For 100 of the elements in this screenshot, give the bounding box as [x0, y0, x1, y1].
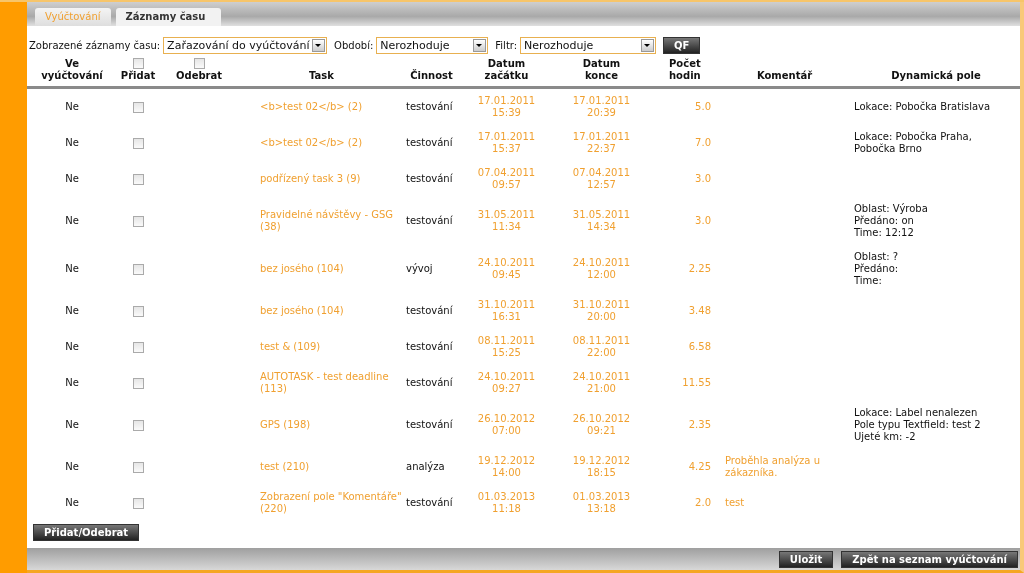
table-cell: 11.55: [682, 377, 711, 388]
dynamic-field: Lokace: Pobočka Bratislava: [854, 101, 1018, 113]
checkbox[interactable]: [132, 461, 144, 473]
table-cell: 07.04.2011 12:57: [572, 167, 631, 191]
table-cell: testování: [406, 341, 453, 352]
tab[interactable]: Vyúčtování: [35, 8, 111, 26]
task-link[interactable]: Pravidelné návštěvy - GSG (38): [260, 209, 402, 233]
dynamic-field: Lokace: Pobočka Praha,: [854, 131, 1018, 143]
task-link[interactable]: test (210): [260, 461, 402, 473]
filter-label: Období:: [334, 39, 374, 51]
table-cell: 17.01.2011 15:37: [477, 131, 536, 155]
checkbox[interactable]: [132, 305, 144, 317]
dropdown[interactable]: Zařazování do vyúčtování: [163, 36, 328, 54]
table-cell: 01.03.2013 11:18: [477, 491, 536, 515]
table-cell: 31.10.2011 20:00: [572, 299, 631, 323]
checkbox[interactable]: [132, 215, 144, 227]
table-cell: 5.0: [695, 101, 711, 112]
table-cell: 2.25: [688, 263, 711, 274]
table-cell: Ne: [65, 263, 79, 274]
table-cell: testování: [406, 419, 453, 430]
dynamic-field: Předáno:: [854, 263, 1018, 275]
add-remove-button[interactable]: Přidat/Odebrat: [33, 524, 140, 541]
table-cell: testování: [406, 215, 453, 226]
checkbox[interactable]: [132, 497, 144, 509]
table-cell: 17.01.2011 22:37: [572, 131, 631, 155]
column-header: Činnost: [410, 70, 453, 82]
table-cell: Ne: [65, 461, 79, 472]
checkbox[interactable]: [132, 173, 144, 185]
table-cell: 19.12.2012 14:00: [477, 455, 536, 479]
table-cell: testování: [406, 497, 453, 508]
table-cell: 3.0: [695, 215, 711, 226]
checkbox[interactable]: [132, 263, 144, 275]
table-cell: 19.12.2012 18:15: [572, 455, 631, 479]
task-link[interactable]: GPS (198): [260, 419, 402, 431]
table-cell: 17.01.2011 20:39: [572, 95, 631, 119]
task-link[interactable]: podřízený task 3 (9): [260, 173, 402, 185]
table-cell: 26.10.2012 07:00: [477, 413, 536, 437]
dynamic-field: Time:: [854, 275, 1018, 287]
table-cell: 01.03.2013 13:18: [572, 491, 631, 515]
task-link[interactable]: bez josého (104): [260, 305, 402, 317]
checkbox[interactable]: [132, 101, 144, 113]
task-link[interactable]: <b>test 02</b> (2): [260, 101, 402, 113]
table-cell: 31.05.2011 11:34: [477, 209, 536, 233]
dropdown[interactable]: Nerozhoduje: [376, 36, 489, 54]
table-cell: 08.11.2011 22:00: [572, 335, 631, 359]
dynamic-field: Lokace: Label nenalezen: [854, 407, 1018, 419]
table-cell: Ne: [65, 101, 79, 112]
table-cell: 3.0: [695, 173, 711, 184]
footer-button[interactable]: Zpět na seznam vyúčtování: [841, 550, 1018, 568]
checkbox[interactable]: [132, 58, 144, 69]
task-link[interactable]: <b>test 02</b> (2): [260, 137, 402, 149]
qf-button[interactable]: QF: [663, 36, 701, 54]
table-cell: Ne: [65, 215, 79, 226]
task-link[interactable]: test & (109): [260, 341, 402, 353]
checkbox[interactable]: [132, 377, 144, 389]
dynamic-field: Ujeté km: -2: [854, 431, 1018, 443]
tab[interactable]: Záznamy času: [115, 8, 222, 26]
table-cell: Ne: [65, 497, 79, 508]
dynamic-field: Pobočka Brno: [854, 143, 1018, 155]
dropdown[interactable]: Nerozhoduje: [520, 36, 657, 54]
task-link[interactable]: Zobrazení pole "Komentáře" (220): [260, 491, 402, 515]
column-header: Dynamická pole: [891, 70, 981, 82]
table-cell: 08.11.2011 15:25: [477, 335, 536, 359]
task-link[interactable]: AUTOTASK - test deadline (113): [260, 371, 402, 395]
table-cell: testování: [406, 137, 453, 148]
column-header: Datum konce: [581, 58, 622, 82]
checkbox[interactable]: [132, 137, 144, 149]
table-cell: 2.35: [688, 419, 711, 430]
checkbox[interactable]: [132, 341, 144, 353]
dynamic-field: Time: 12:12: [854, 227, 1018, 239]
dynamic-field: Předáno: on: [854, 215, 1018, 227]
table-cell: 31.05.2011 14:34: [572, 209, 631, 233]
table-cell: 17.01.2011 15:39: [477, 95, 536, 119]
filter-label: Zobrazené záznamy času:: [29, 39, 161, 51]
table-cell: Ne: [65, 419, 79, 430]
table-cell: 24.10.2011 21:00: [572, 371, 631, 395]
table-cell: 7.0: [695, 137, 711, 148]
table-cell: Ne: [65, 305, 79, 316]
column-header: Ve vyúčtování: [41, 58, 103, 82]
table-cell: 24.10.2011 09:27: [477, 371, 536, 395]
table-cell: 26.10.2012 09:21: [572, 413, 631, 437]
dynamic-field: Oblast: Výroba: [854, 203, 1018, 215]
dynamic-field: Oblast: ?: [854, 251, 1018, 263]
table-cell: 6.58: [688, 341, 711, 352]
column-header: Odebrat: [175, 70, 223, 82]
column-header: Datum začátku: [483, 58, 530, 82]
task-link[interactable]: bez josého (104): [260, 263, 402, 275]
table-cell: 31.10.2011 16:31: [477, 299, 536, 323]
comment-text: test: [725, 497, 745, 508]
column-header: Komentář: [756, 70, 813, 82]
column-header: Task: [309, 70, 334, 82]
table-cell: Ne: [65, 173, 79, 184]
table-cell: vývoj: [406, 263, 433, 274]
checkbox[interactable]: [132, 419, 144, 431]
table-cell: testování: [406, 173, 453, 184]
footer-button[interactable]: Uložit: [778, 550, 834, 568]
table-cell: Ne: [65, 137, 79, 148]
checkbox[interactable]: [193, 58, 205, 69]
table-cell: testování: [406, 305, 453, 316]
table-cell: 4.25: [688, 461, 711, 472]
